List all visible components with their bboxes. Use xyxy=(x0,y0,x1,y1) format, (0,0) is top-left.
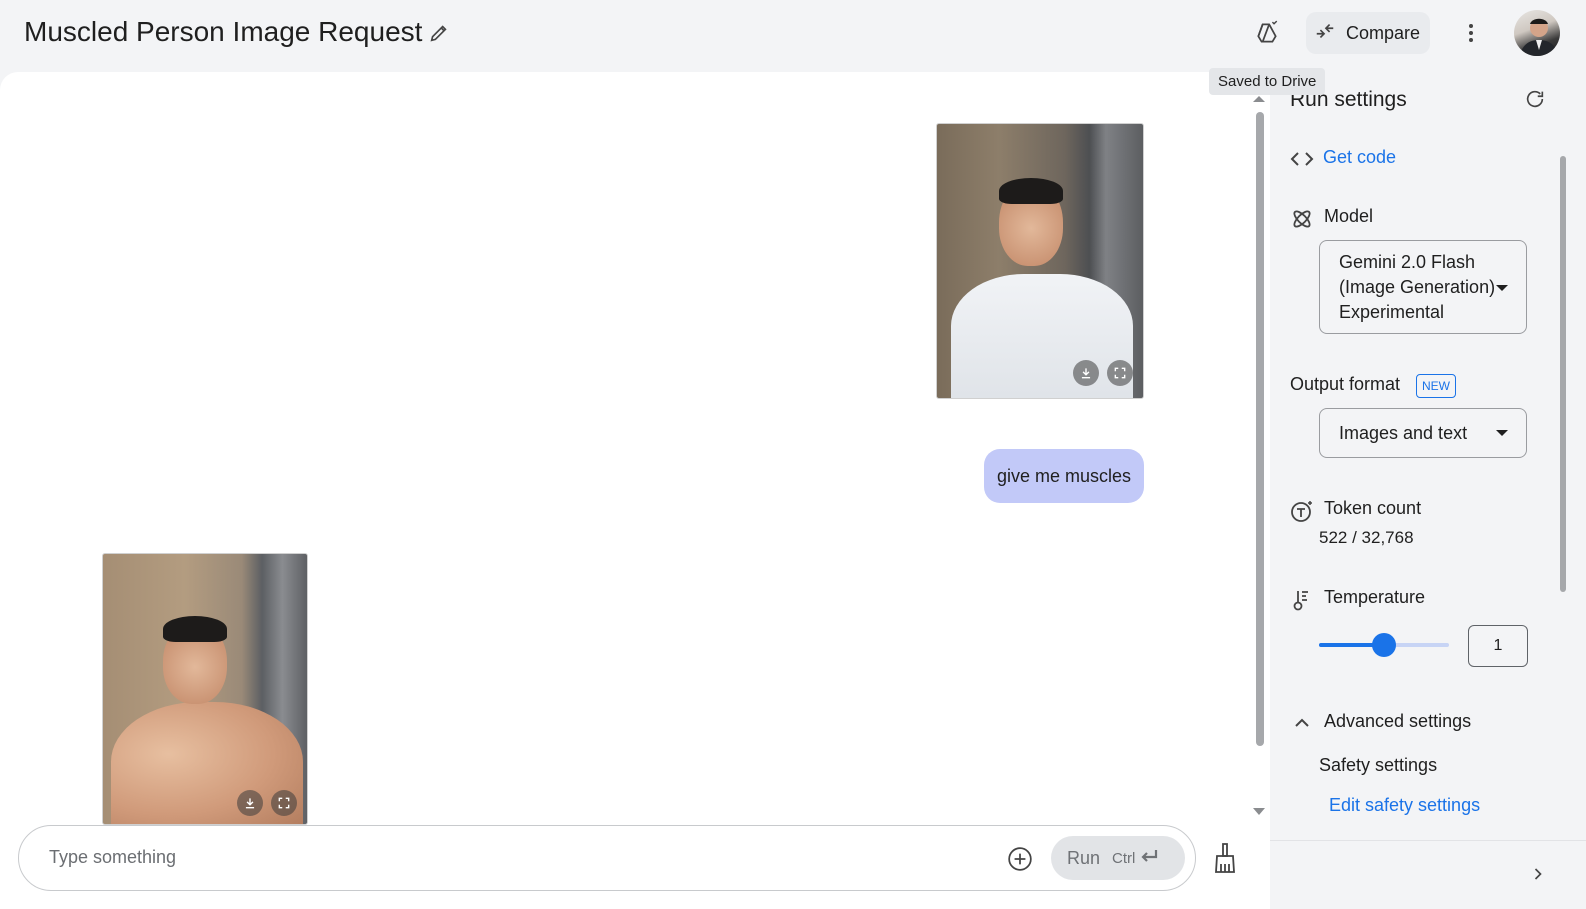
token-count-value: 522 / 32,768 xyxy=(1319,528,1414,547)
compare-button[interactable]: Compare xyxy=(1306,12,1430,54)
photo-hair xyxy=(999,178,1063,204)
page-title[interactable]: Muscled Person Image Request xyxy=(24,16,422,48)
scroll-up-arrow-icon[interactable] xyxy=(1253,96,1265,102)
chevron-right-icon[interactable] xyxy=(1528,864,1548,884)
prompt-input-bar[interactable]: Type something Run Ctrl xyxy=(18,825,1196,891)
edit-safety-settings-link[interactable]: Edit safety settings xyxy=(1329,795,1480,816)
generated-photo[interactable] xyxy=(102,553,308,825)
temperature-slider-thumb[interactable] xyxy=(1372,633,1396,657)
broom-icon[interactable] xyxy=(1212,842,1238,874)
model-select-line-2: (Image Generation) xyxy=(1339,277,1496,297)
model-select-line-3: Experimental xyxy=(1339,302,1445,322)
photo-hair xyxy=(163,616,227,642)
model-icon xyxy=(1290,207,1314,231)
get-code-link[interactable]: Get code xyxy=(1323,147,1396,168)
code-icon xyxy=(1290,147,1314,171)
token-icon xyxy=(1290,499,1314,523)
compare-icon xyxy=(1314,20,1336,47)
chevron-down-icon xyxy=(1496,285,1508,291)
run-button[interactable]: Run Ctrl xyxy=(1051,836,1185,880)
download-icon[interactable] xyxy=(1073,360,1099,386)
enter-icon xyxy=(1139,848,1159,868)
add-circle-icon[interactable] xyxy=(1007,846,1033,872)
refresh-icon[interactable] xyxy=(1524,88,1548,112)
advanced-settings-toggle[interactable]: Advanced settings xyxy=(1324,711,1471,732)
safety-settings-label: Safety settings xyxy=(1319,755,1438,775)
photo-shirt xyxy=(951,274,1133,398)
top-bar: Muscled Person Image Request Compare xyxy=(0,0,1586,70)
model-select-line-1: Gemini 2.0 Flash xyxy=(1339,252,1476,272)
uploaded-photo[interactable] xyxy=(936,123,1144,399)
run-label: Run xyxy=(1067,847,1101,868)
output-format-value: Images and text xyxy=(1339,423,1468,443)
scroll-down-arrow-icon[interactable] xyxy=(1253,808,1265,815)
run-shortcut: Ctrl xyxy=(1112,848,1159,868)
drive-tooltip: Saved to Drive xyxy=(1209,68,1326,95)
fullscreen-icon[interactable] xyxy=(1107,360,1133,386)
token-count-label: Token count xyxy=(1324,498,1422,518)
compare-label: Compare xyxy=(1346,22,1421,43)
model-label: Model xyxy=(1324,206,1374,226)
run-settings-panel xyxy=(1270,72,1586,909)
more-vert-icon[interactable] xyxy=(1456,18,1486,48)
temperature-input[interactable]: 1 xyxy=(1468,625,1528,667)
run-shortcut-label: Ctrl xyxy=(1112,849,1136,867)
temperature-label: Temperature xyxy=(1324,587,1426,607)
model-select[interactable]: Gemini 2.0 Flash (Image Generation) Expe… xyxy=(1319,240,1527,334)
chevron-down-icon xyxy=(1496,430,1508,436)
settings-scroll-thumb[interactable] xyxy=(1560,156,1566,592)
temperature-icon xyxy=(1290,588,1314,612)
chat-scroll-thumb[interactable] xyxy=(1256,112,1264,746)
new-badge: NEW xyxy=(1416,374,1456,398)
fullscreen-icon[interactable] xyxy=(271,790,297,816)
output-format-select[interactable]: Images and text xyxy=(1319,408,1527,458)
download-icon[interactable] xyxy=(237,790,263,816)
output-format-label: Output format xyxy=(1290,374,1401,394)
prompt-input[interactable]: Type something xyxy=(49,847,176,868)
pencil-icon[interactable] xyxy=(428,22,450,44)
divider xyxy=(1270,840,1586,841)
chevron-up-icon[interactable] xyxy=(1290,711,1314,735)
user-message-bubble: give me muscles xyxy=(984,449,1144,503)
drive-saved-icon[interactable] xyxy=(1250,16,1284,50)
avatar[interactable] xyxy=(1514,10,1560,56)
